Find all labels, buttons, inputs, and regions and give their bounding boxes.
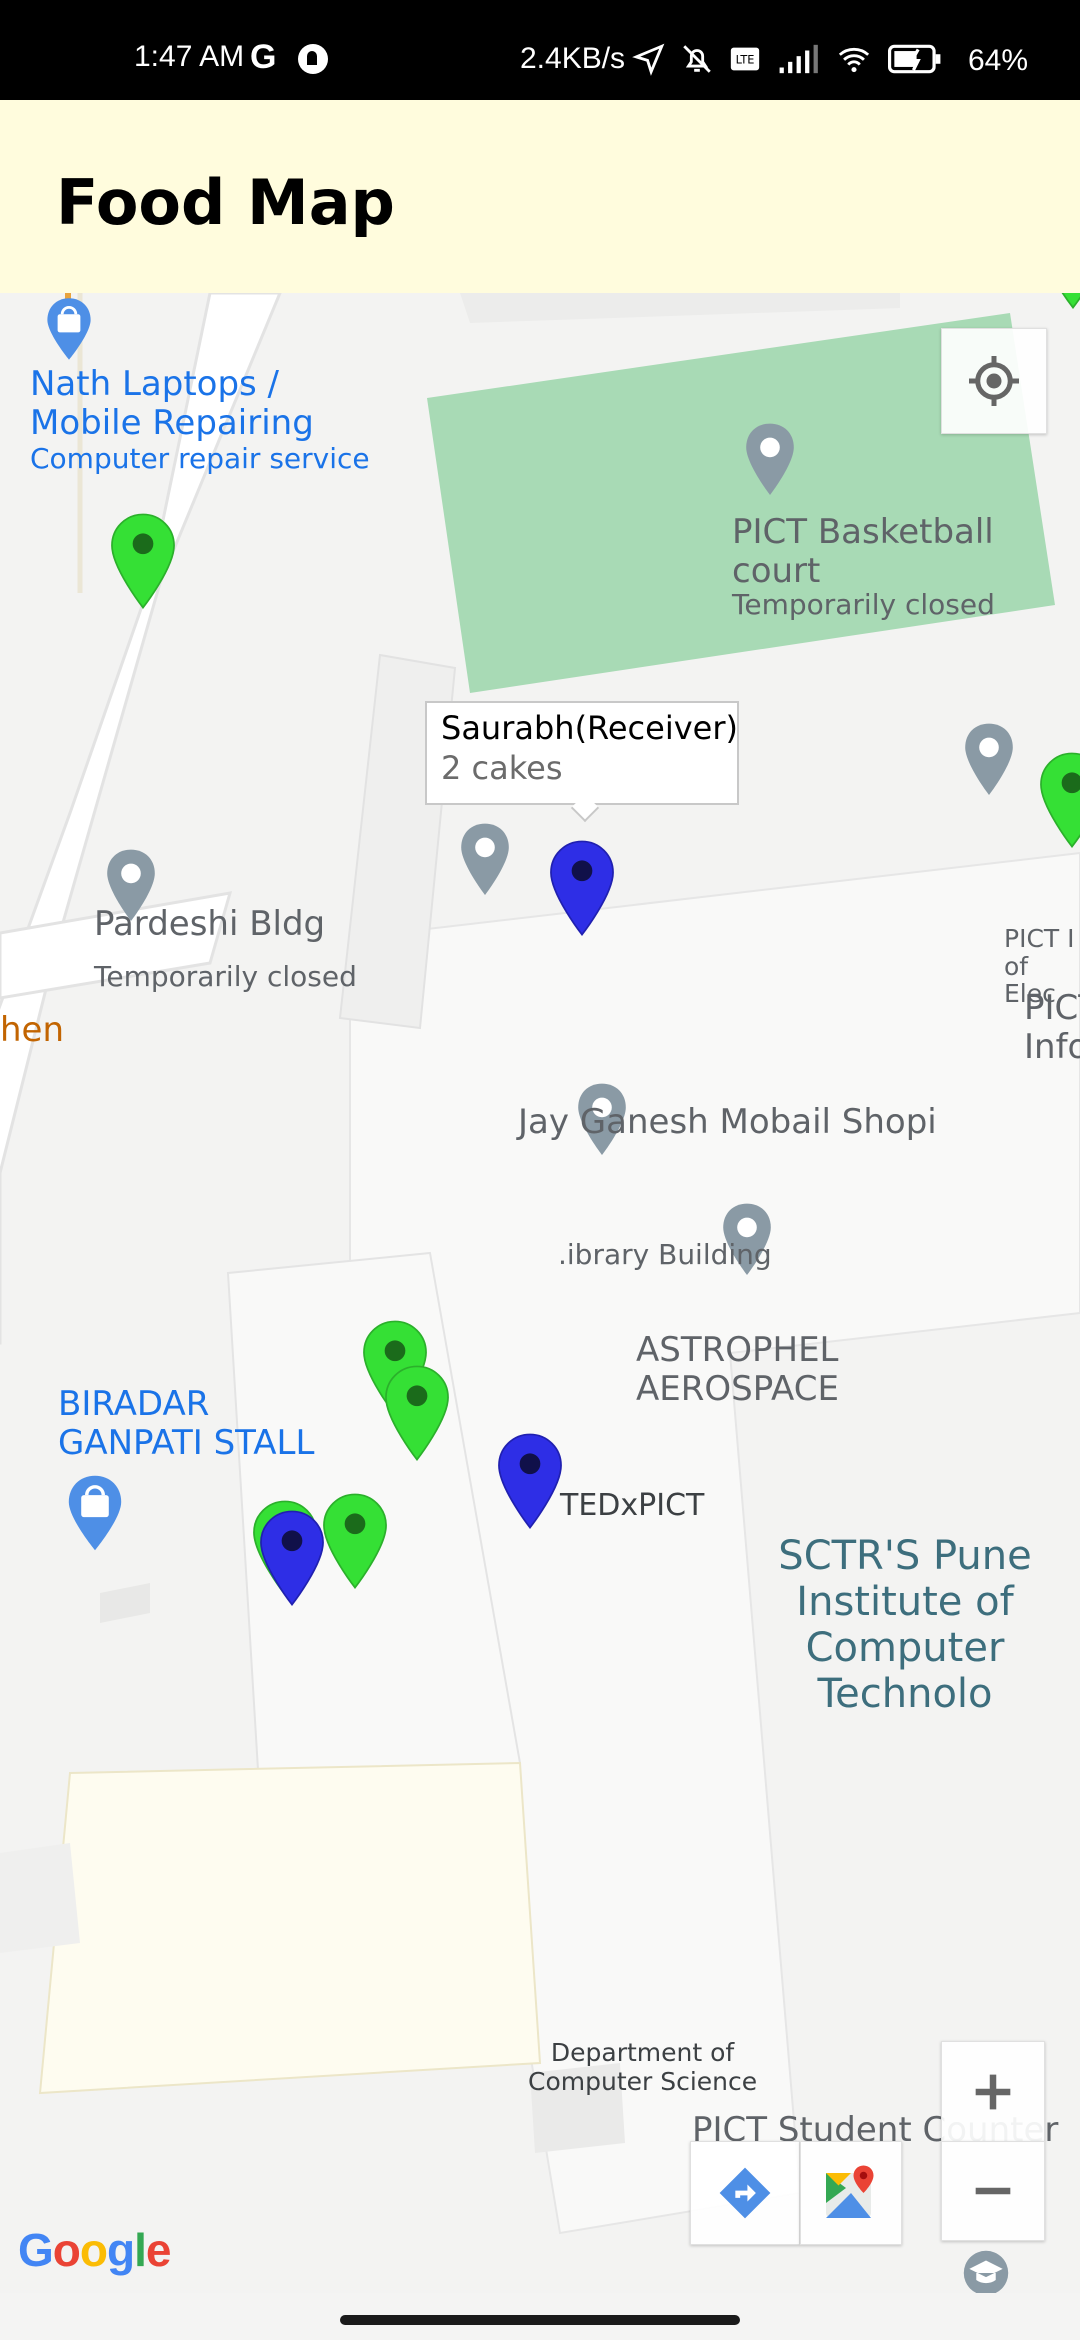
volte-icon: LTE (730, 47, 760, 71)
signal-icon (779, 44, 818, 74)
wifi-icon (838, 47, 870, 73)
poi-label-line: Mobile Repairing (30, 403, 314, 444)
poi-label-line: Computer (805, 1625, 1005, 1671)
poi-label[interactable]: Department of Computer Science (528, 2038, 758, 2097)
poi-label-line: SCTR'S Pune (778, 1533, 1032, 1579)
poi-pin-icon[interactable] (742, 420, 798, 500)
plus-icon (975, 2074, 1011, 2109)
poi-label[interactable]: TEDxPICT (560, 1488, 704, 1524)
poi-label-line: PICT (1024, 988, 1080, 1028)
poi-label-line: Department of (550, 2038, 735, 2067)
poi-label[interactable]: BIRADAR GANPATI STALL (58, 1384, 315, 1464)
donor-marker-icon[interactable] (382, 1363, 452, 1463)
location-arrow-icon (632, 43, 665, 76)
battery-charging-icon (888, 44, 941, 74)
poi-label-line: Technolo (817, 1671, 993, 1717)
receiver-marker-icon[interactable] (257, 1508, 327, 1608)
status-bar: 1:47 AM G 2.4KB/s LTE 64% (0, 0, 1080, 100)
poi-label-line: Computer Science (528, 2066, 758, 2096)
minus-icon (975, 2187, 1011, 2195)
receiver-marker-icon[interactable] (547, 838, 617, 938)
poi-label-line: AEROSPACE (636, 1369, 839, 1410)
battery-percentage: 64% (968, 44, 1029, 77)
poi-label[interactable]: PICT Info (1024, 988, 1080, 1068)
poi-label[interactable]: Nath Laptops / Mobile Repairing Computer… (30, 364, 370, 476)
poi-label[interactable]: hen (0, 1010, 64, 1050)
map-view[interactable]: Nath Laptops / Mobile Repairing Computer… (0, 293, 1080, 2293)
poi-status: Temporarily closed (94, 960, 357, 993)
poi-category: Computer repair service (30, 442, 370, 476)
zoom-in-button[interactable] (941, 2041, 1045, 2141)
donor-marker-icon[interactable] (320, 1491, 390, 1591)
poi-pin-icon[interactable] (961, 720, 1017, 800)
donor-marker-icon[interactable] (1038, 293, 1080, 311)
marker-info-window[interactable]: Saurabh(Receiver) 2 cakes (425, 701, 739, 805)
poi-label-line: GANPATI STALL (58, 1423, 315, 1464)
svg-text:LTE: LTE (736, 52, 755, 66)
app-bar: Food Map (0, 100, 1080, 293)
mute-bell-icon (683, 45, 711, 73)
poi-label[interactable]: PICT Basketball court (732, 512, 1080, 591)
screen: 1:47 AM G 2.4KB/s LTE 64% Food Map Nath … (0, 0, 1080, 2340)
poi-label-line: PICT I (1004, 924, 1075, 953)
poi-label[interactable]: .ibrary Building (558, 1238, 772, 1271)
receiver-marker-icon[interactable] (495, 1431, 565, 1531)
donor-marker-icon[interactable] (1037, 750, 1080, 850)
network-speed: 2.4KB/s (520, 42, 626, 75)
poi-status: Temporarily closed (732, 588, 995, 621)
poi-label-line: Institute of (796, 1579, 1014, 1625)
poi-label[interactable]: Pardeshi Bldg (94, 904, 325, 944)
shopping-bag-icon[interactable] (38, 296, 100, 362)
poi-label-line: Info (1024, 1027, 1080, 1068)
poi-label[interactable]: ASTROPHEL AEROSPACE (636, 1330, 839, 1410)
zoom-out-button[interactable] (941, 2141, 1045, 2241)
info-window-title: Saurabh(Receiver) (441, 709, 738, 747)
my-location-button[interactable] (941, 328, 1047, 434)
status-time: 1:47 AM (134, 40, 245, 73)
school-poi-icon[interactable] (958, 2248, 1014, 2293)
poi-label[interactable]: Jay Ganesh Mobail Shopi (518, 1102, 937, 1142)
open-in-maps-button[interactable] (800, 2141, 902, 2245)
system-nav-bar (0, 2293, 1080, 2340)
status-icons: LTE (632, 42, 942, 76)
info-window-snippet: 2 cakes (441, 749, 563, 787)
poi-label[interactable]: SCTR'S Pune Institute of Computer Techno… (770, 1533, 1040, 1717)
google-logo: Google (18, 2224, 171, 2276)
notification-app-icon (298, 44, 328, 74)
shopping-bag-icon[interactable] (64, 1473, 126, 1553)
directions-icon (719, 2167, 771, 2219)
poi-label-line: Nath Laptops / (30, 364, 280, 404)
google-maps-icon (826, 2165, 874, 2218)
poi-pin-icon[interactable] (457, 820, 513, 900)
poi-label-line: ASTROPHEL (636, 1330, 839, 1370)
poi-label-line: BIRADAR (58, 1384, 210, 1424)
page-title: Food Map (56, 166, 395, 239)
donor-marker-icon[interactable] (108, 511, 178, 611)
google-g-icon: G (250, 38, 277, 76)
home-indicator[interactable] (340, 2315, 740, 2325)
crosshair-icon (969, 356, 1019, 406)
directions-button[interactable] (690, 2141, 800, 2245)
